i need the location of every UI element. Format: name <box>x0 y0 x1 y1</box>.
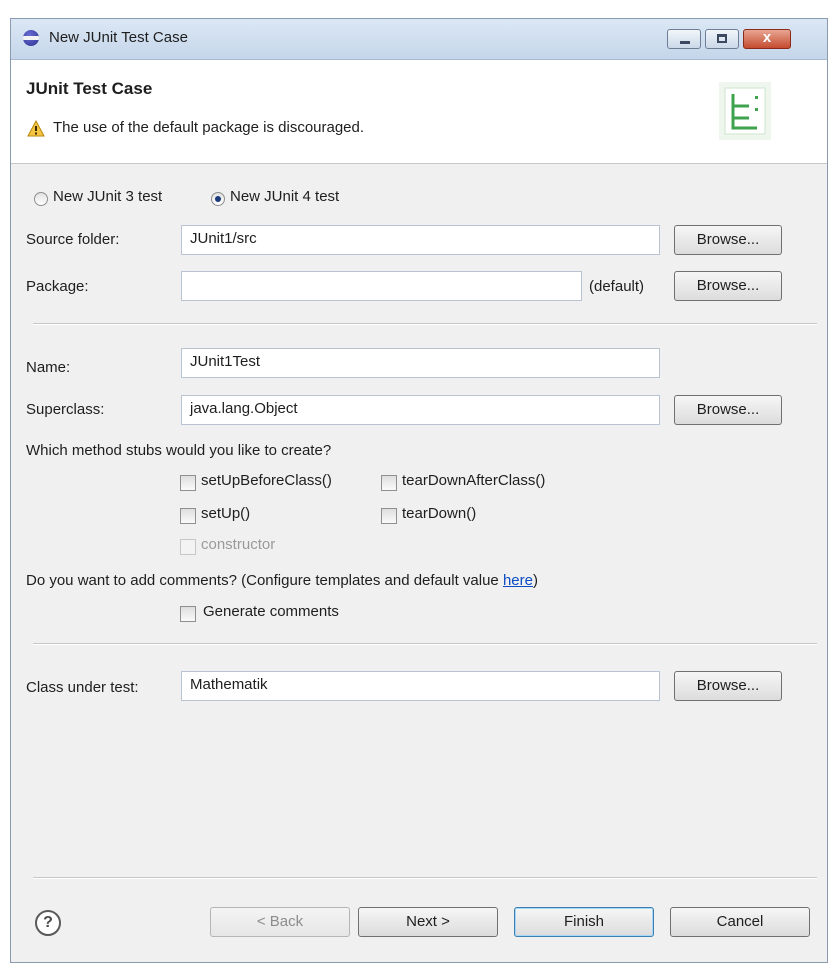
method-stubs-question: Which method stubs would you like to cre… <box>26 442 332 459</box>
back-button: < Back <box>210 907 350 937</box>
constructor-checkbox <box>180 539 196 555</box>
junit4-radio[interactable] <box>211 192 225 206</box>
superclass-label: Superclass: <box>26 401 105 418</box>
setup-label[interactable]: setUp() <box>201 505 250 522</box>
junit3-radio[interactable] <box>34 192 48 206</box>
comments-question: Do you want to add comments? (Configure … <box>26 572 538 589</box>
minimize-icon <box>680 41 690 44</box>
constructor-label: constructor <box>201 536 276 553</box>
package-default-label: (default) <box>589 278 645 295</box>
minimize-button[interactable] <box>667 29 701 49</box>
package-browse-button[interactable]: Browse... <box>674 271 782 301</box>
eclipse-icon <box>23 30 39 46</box>
package-field[interactable] <box>181 271 582 301</box>
finish-button[interactable]: Finish <box>514 907 654 937</box>
title-bar[interactable]: New JUnit Test Case x <box>11 19 827 60</box>
dialog-window: New JUnit Test Case x JUnit Test Case Th… <box>10 18 828 963</box>
name-label: Name: <box>26 359 71 376</box>
close-button[interactable]: x <box>743 29 791 49</box>
setup-checkbox[interactable] <box>180 508 196 524</box>
next-button[interactable]: Next > <box>358 907 498 937</box>
window-title: New JUnit Test Case <box>49 29 188 46</box>
footer-separator <box>33 877 817 879</box>
junit4-label[interactable]: New JUnit 4 test <box>230 188 339 205</box>
wizard-header: JUnit Test Case The use of the default p… <box>11 60 827 164</box>
maximize-icon <box>717 34 727 43</box>
separator <box>33 323 817 325</box>
comments-question-text: Do you want to add comments? (Configure … <box>26 572 503 589</box>
separator <box>33 643 817 645</box>
warning-icon <box>27 120 45 137</box>
teardown-checkbox[interactable] <box>381 508 397 524</box>
class-under-test-label: Class under test: <box>26 679 139 696</box>
templates-link[interactable]: here <box>503 572 533 589</box>
generate-comments-label[interactable]: Generate comments <box>203 603 339 620</box>
name-field[interactable]: JUnit1Test <box>181 348 660 378</box>
source-folder-field[interactable]: JUnit1/src <box>181 225 660 255</box>
teardownafterclass-label[interactable]: tearDownAfterClass() <box>402 472 545 489</box>
setupbeforeclass-label[interactable]: setUpBeforeClass() <box>201 472 332 489</box>
close-icon: x <box>762 29 772 46</box>
class-under-test-browse-button[interactable]: Browse... <box>674 671 782 701</box>
package-label: Package: <box>26 278 89 295</box>
junit3-label[interactable]: New JUnit 3 test <box>53 188 162 205</box>
junit-banner-icon <box>719 82 771 140</box>
superclass-field[interactable]: java.lang.Object <box>181 395 660 425</box>
generate-comments-checkbox[interactable] <box>180 606 196 622</box>
teardownafterclass-checkbox[interactable] <box>381 475 397 491</box>
source-folder-label: Source folder: <box>26 231 120 248</box>
help-icon[interactable]: ? <box>35 910 61 936</box>
cancel-button[interactable]: Cancel <box>670 907 810 937</box>
class-under-test-field[interactable]: Mathematik <box>181 671 660 701</box>
setupbeforeclass-checkbox[interactable] <box>180 475 196 491</box>
warning-message: The use of the default package is discou… <box>53 119 365 136</box>
source-folder-browse-button[interactable]: Browse... <box>674 225 782 255</box>
superclass-browse-button[interactable]: Browse... <box>674 395 782 425</box>
teardown-label[interactable]: tearDown() <box>402 505 476 522</box>
page-title: JUnit Test Case <box>26 79 153 98</box>
comments-question-close: ) <box>532 572 538 589</box>
maximize-button[interactable] <box>705 29 739 49</box>
